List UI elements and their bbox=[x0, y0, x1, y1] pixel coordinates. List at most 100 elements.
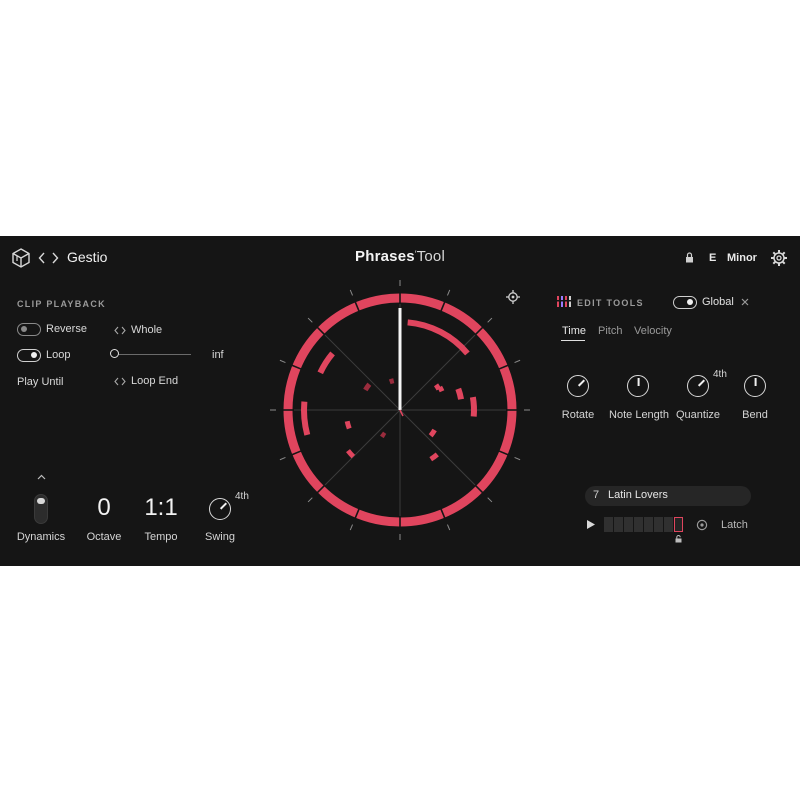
sequencer-note[interactable] bbox=[301, 401, 311, 436]
circular-sequencer[interactable] bbox=[266, 280, 536, 550]
latch-label[interactable]: Latch bbox=[721, 519, 748, 531]
step-7[interactable] bbox=[664, 517, 673, 532]
preset-name[interactable]: Latin Lovers bbox=[608, 489, 668, 501]
clip-playback-title: CLIP PLAYBACK bbox=[17, 299, 106, 309]
sequencer-notes bbox=[301, 319, 477, 462]
sequencer-note[interactable] bbox=[379, 431, 387, 439]
sequencer-note[interactable] bbox=[428, 428, 437, 438]
step-2[interactable] bbox=[614, 517, 623, 532]
bend-label: Bend bbox=[742, 409, 768, 421]
sequencer-note[interactable] bbox=[407, 319, 470, 356]
global-toggle[interactable] bbox=[673, 296, 697, 309]
octave-value[interactable]: 0 bbox=[79, 494, 129, 522]
sequencer-tick bbox=[514, 359, 521, 364]
sequencer-note[interactable] bbox=[344, 420, 352, 430]
reverse-range-value[interactable]: Whole bbox=[131, 324, 162, 336]
chevron-right-icon[interactable] bbox=[51, 252, 59, 264]
sequencer-guide-line bbox=[317, 327, 401, 411]
loop-label: Loop bbox=[46, 349, 71, 361]
key-scale[interactable]: Minor bbox=[727, 252, 757, 264]
preset-number: 7 bbox=[593, 489, 600, 501]
sequencer-tick bbox=[349, 289, 354, 296]
chevron-up-icon[interactable] bbox=[37, 474, 46, 480]
sequencer-tick bbox=[307, 317, 313, 323]
reverse-label: Reverse bbox=[46, 323, 87, 335]
tab-velocity[interactable]: Velocity bbox=[634, 325, 672, 337]
quantize-label: Quantize bbox=[675, 409, 721, 421]
brand-light: Tool bbox=[416, 248, 445, 265]
plugin-name[interactable]: Gestio bbox=[67, 249, 107, 265]
sequencer-note[interactable] bbox=[429, 452, 439, 462]
brand-title: Phrases′Tool bbox=[300, 248, 500, 265]
rotate-knob[interactable] bbox=[567, 375, 589, 397]
brand-bold: Phrases bbox=[355, 248, 415, 265]
sequencer-tick bbox=[279, 359, 286, 364]
global-label: Global bbox=[702, 296, 734, 308]
play-until-selector-arrows-icon[interactable] bbox=[114, 377, 126, 386]
sequencer-tick bbox=[487, 497, 493, 503]
octave-label: Octave bbox=[86, 531, 122, 543]
sequencer-note[interactable] bbox=[455, 387, 465, 400]
whole-selector-arrows-icon[interactable] bbox=[114, 326, 126, 335]
tempo-value[interactable]: 1:1 bbox=[136, 494, 186, 522]
sequencer-note[interactable] bbox=[317, 351, 335, 375]
sequencer-tick bbox=[514, 456, 521, 461]
brand-tick: ′ bbox=[414, 249, 417, 259]
quantize-value: 4th bbox=[713, 369, 727, 380]
play-until-value[interactable]: Loop End bbox=[131, 375, 178, 387]
play-icon[interactable] bbox=[586, 519, 596, 530]
sequencer-tick bbox=[307, 497, 313, 503]
tab-pitch[interactable]: Pitch bbox=[598, 325, 622, 337]
sequencer-tick bbox=[446, 524, 451, 531]
swing-knob[interactable] bbox=[209, 498, 231, 520]
sequencer-note[interactable] bbox=[363, 382, 372, 392]
step-lock-icon[interactable] bbox=[675, 535, 682, 543]
step-5[interactable] bbox=[644, 517, 653, 532]
rotate-label: Rotate bbox=[561, 409, 595, 421]
phrases-tool-window: Gestio Phrases′Tool E Minor CLIP PLAYBAC… bbox=[0, 236, 800, 566]
step-8-active[interactable] bbox=[674, 517, 683, 532]
tab-time[interactable]: Time bbox=[562, 325, 586, 337]
sequencer-guide-line bbox=[399, 409, 483, 493]
sequencer-tick bbox=[349, 524, 354, 531]
loop-length-slider-track[interactable] bbox=[115, 354, 191, 355]
loop-length-value: inf bbox=[212, 349, 224, 361]
sequencer-guide-line bbox=[317, 409, 401, 493]
play-until-label: Play Until bbox=[17, 376, 64, 388]
cube-logo-icon[interactable] bbox=[12, 248, 30, 268]
swing-value: 4th bbox=[235, 491, 249, 502]
step-3[interactable] bbox=[624, 517, 633, 532]
step-1[interactable] bbox=[604, 517, 613, 532]
key-root[interactable]: E bbox=[709, 252, 716, 264]
dynamics-slider-handle[interactable] bbox=[37, 498, 45, 504]
swing-label: Swing bbox=[205, 531, 235, 543]
loop-toggle[interactable] bbox=[17, 349, 41, 362]
latch-icon[interactable] bbox=[696, 519, 708, 531]
dynamics-label: Dynamics bbox=[16, 531, 66, 543]
edit-tools-title: EDIT TOOLS bbox=[577, 298, 644, 308]
chevron-left-icon[interactable] bbox=[38, 252, 46, 264]
sequencer-note[interactable] bbox=[469, 396, 477, 417]
sequencer-note[interactable] bbox=[388, 378, 395, 385]
active-tab-underline bbox=[561, 340, 585, 341]
sequencer-note[interactable] bbox=[346, 449, 356, 459]
sequencer-tick bbox=[279, 456, 286, 461]
reverse-toggle[interactable] bbox=[17, 323, 41, 336]
edit-tools-icon bbox=[557, 296, 571, 307]
note-length-label: Note Length bbox=[609, 409, 669, 421]
lock-icon[interactable] bbox=[685, 252, 694, 263]
sequencer-tick bbox=[487, 317, 493, 323]
sequencer-tick bbox=[446, 289, 451, 296]
close-icon[interactable] bbox=[741, 298, 749, 306]
sequencer-note[interactable] bbox=[433, 383, 442, 391]
step-6[interactable] bbox=[654, 517, 663, 532]
loop-length-slider-thumb[interactable] bbox=[110, 349, 119, 358]
bend-knob[interactable] bbox=[744, 375, 766, 397]
gear-icon[interactable] bbox=[770, 249, 788, 267]
target-icon[interactable] bbox=[506, 290, 520, 304]
note-length-knob[interactable] bbox=[627, 375, 649, 397]
tempo-label: Tempo bbox=[144, 531, 178, 543]
step-4[interactable] bbox=[634, 517, 643, 532]
sequencer-guide-line bbox=[399, 327, 483, 411]
quantize-knob[interactable] bbox=[687, 375, 709, 397]
